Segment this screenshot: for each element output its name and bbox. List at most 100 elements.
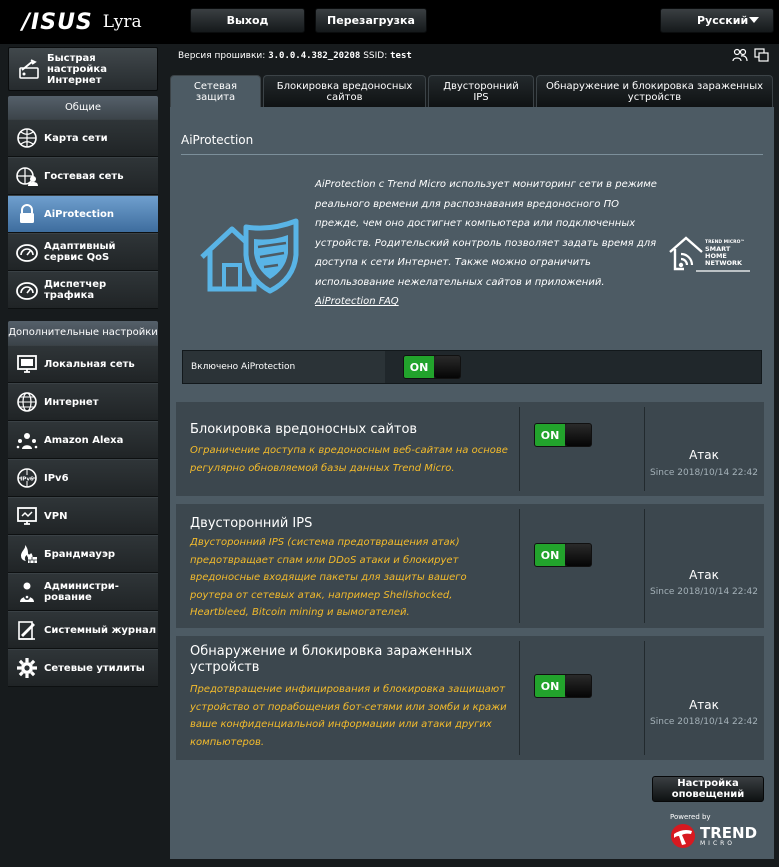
sidebar-item-firewall[interactable]: Брандмауэр	[8, 535, 158, 573]
sidebar-item-label: Локальная сеть	[44, 358, 135, 370]
trend-micro-logo: TREND MICRO	[670, 823, 757, 849]
feature-card-two-way-ips: Двусторонний IPS Двусторонний IPS (систе…	[176, 504, 764, 628]
sidebar-item-aiprotection[interactable]: AiProtection	[8, 195, 158, 233]
sidebar-item-adaptive-qos[interactable]: Адаптивный сервис QoS	[8, 233, 158, 271]
trend-micro-icon	[671, 824, 695, 848]
firmware-info: Версия прошивки: 3.0.0.4.382_20208 SSID:…	[178, 51, 412, 61]
sidebar-item-network-map[interactable]: Карта сети	[8, 119, 158, 157]
monitor-icon	[16, 353, 38, 375]
model-name: Lyra	[102, 12, 142, 32]
section-general-label: Общие	[64, 102, 102, 113]
firmware-version[interactable]: 3.0.0.4.382_20208	[268, 51, 360, 61]
feature-title: Двусторонний IPS	[190, 516, 313, 531]
firmware-label: Версия прошивки:	[178, 51, 266, 61]
toggle-on-label: ON	[535, 544, 565, 566]
sidebar-item-traffic-manager[interactable]: Диспетчер трафика	[8, 271, 158, 309]
sidebar-item-label: IPv6	[44, 472, 69, 484]
tab-two-way-ips[interactable]: Двусторонний IPS	[428, 75, 534, 107]
aiprotection-enable-row: Включено AiProtection ON	[182, 350, 762, 384]
log-icon	[16, 619, 38, 641]
sidebar-item-label: AiProtection	[44, 208, 114, 220]
tab-infected-device-blocking[interactable]: Обнаружение и блокировка зараженных устр…	[536, 75, 773, 107]
sidebar-item-quick-setup[interactable]: Быстрая настройка Интернет	[8, 47, 158, 91]
sidebar-item-label: Системный журнал	[44, 624, 157, 636]
feature-card-malicious-sites: Блокировка вредоносных сайтов Ограничени…	[176, 402, 764, 496]
since-timestamp: Since 2018/10/14 22:42	[650, 587, 758, 597]
attack-count-label: Атак	[689, 448, 719, 462]
top-bar: /ISUS Lyra Выход Перезагрузка Русский	[0, 0, 779, 44]
alexa-icon	[16, 429, 38, 451]
lock-icon	[16, 203, 38, 225]
tab-malicious-sites-blocking[interactable]: Блокировка вредоносных сайтов	[263, 75, 426, 107]
sidebar-item-label: Интернет	[44, 396, 99, 408]
sidebar-item-system-log[interactable]: Системный журнал	[8, 611, 158, 649]
toggle-knob	[565, 675, 591, 697]
feature-title: Обнаружение и блокировка зараженных устр…	[190, 644, 473, 675]
divider	[519, 407, 520, 491]
feature-description: Двусторонний IPS (система предотвращения…	[190, 537, 467, 618]
notification-settings-button[interactable]: Настройка оповещений	[652, 776, 764, 802]
tab-network-protection[interactable]: Сетевая защита	[170, 75, 261, 107]
vpn-icon	[16, 505, 38, 527]
aiprotection-toggle[interactable]: ON	[403, 355, 461, 379]
sidebar-item-vpn[interactable]: VPN	[8, 497, 158, 535]
home-shield-icon	[198, 217, 303, 299]
toggle-knob	[565, 424, 591, 446]
admin-icon	[16, 581, 38, 603]
attack-count-label: Атак	[689, 698, 719, 712]
sidebar-item-label: Быстрая настройка Интернет	[47, 52, 107, 86]
smart-home-network-badge: TREND MICRO™ SMART HOME NETWORK	[668, 235, 752, 275]
section-advanced-header: Дополнительные настройки	[8, 321, 158, 345]
sidebar-item-label: Гостевая сеть	[44, 170, 124, 182]
badge-line-network: NETWORK	[705, 259, 743, 267]
sidebar-item-lan[interactable]: Локальная сеть	[8, 345, 158, 383]
feature-title: Блокировка вредоносных сайтов	[190, 422, 418, 437]
divider	[644, 509, 645, 623]
malicious-sites-toggle[interactable]: ON	[534, 423, 592, 447]
ssid-value: test	[390, 51, 412, 61]
two-way-ips-toggle[interactable]: ON	[534, 543, 592, 567]
trend-wordmark: TREND MICRO	[700, 823, 758, 847]
sidebar-item-label: Сетевые утилиты	[44, 662, 145, 674]
toggle-on-label: ON	[535, 675, 565, 697]
sidebar-item-ipv6[interactable]: IPv6 IPv6	[8, 459, 158, 497]
toggle-on-label: ON	[404, 356, 434, 378]
intro-text: AiProtection с Trend Micro использует мо…	[315, 179, 657, 288]
sidebar-item-label: Amazon Alexa	[44, 434, 124, 446]
language-select[interactable]: Русский	[660, 8, 774, 33]
sidebar-item-label: Администри-рование	[44, 581, 119, 603]
sidebar-item-network-tools[interactable]: Сетевые утилиты	[8, 649, 158, 687]
aiprotection-faq-link[interactable]: AiProtection FAQ	[315, 296, 399, 307]
reboot-button[interactable]: Перезагрузка	[315, 8, 427, 33]
language-value: Русский	[697, 14, 749, 27]
advanced-menu: Локальная сеть Интернет Amazon Alexa IPv…	[8, 345, 158, 687]
trend-word: TREND	[700, 823, 758, 842]
infected-devices-toggle[interactable]: ON	[534, 674, 592, 698]
globe-icon	[16, 391, 38, 413]
since-timestamp: Since 2018/10/14 22:42	[650, 717, 758, 727]
since-timestamp: Since 2018/10/14 22:42	[650, 468, 758, 478]
gauge-icon	[16, 279, 38, 301]
svg-text:IPv6: IPv6	[20, 476, 34, 482]
toggle-knob	[434, 356, 460, 378]
enable-label: Включено AiProtection	[183, 351, 385, 383]
ssid-label: SSID:	[363, 51, 388, 61]
chevron-down-icon	[749, 17, 759, 23]
sidebar-item-amazon-alexa[interactable]: Amazon Alexa	[8, 421, 158, 459]
gear-icon	[16, 657, 38, 679]
feature-card-infected-devices: Обнаружение и блокировка зараженных устр…	[176, 636, 764, 760]
sidebar-item-label: VPN	[44, 510, 68, 522]
network-map-icon	[16, 127, 38, 149]
sidebar-item-administration[interactable]: Администри-рование	[8, 573, 158, 611]
sidebar-item-guest-network[interactable]: Гостевая сеть	[8, 157, 158, 195]
users-icon[interactable]	[732, 47, 748, 66]
copy-window-icon[interactable]	[754, 47, 770, 66]
sidebar-item-label: Адаптивный сервис QoS	[44, 241, 116, 263]
logout-button[interactable]: Выход	[190, 8, 305, 33]
gauge-icon	[16, 241, 38, 263]
sidebar-item-internet[interactable]: Интернет	[8, 383, 158, 421]
page-title: AiProtection	[181, 133, 254, 147]
ipv6-icon: IPv6	[16, 467, 38, 489]
powered-by-label: Powered by	[670, 813, 711, 821]
section-general-header: Общие	[8, 96, 158, 120]
